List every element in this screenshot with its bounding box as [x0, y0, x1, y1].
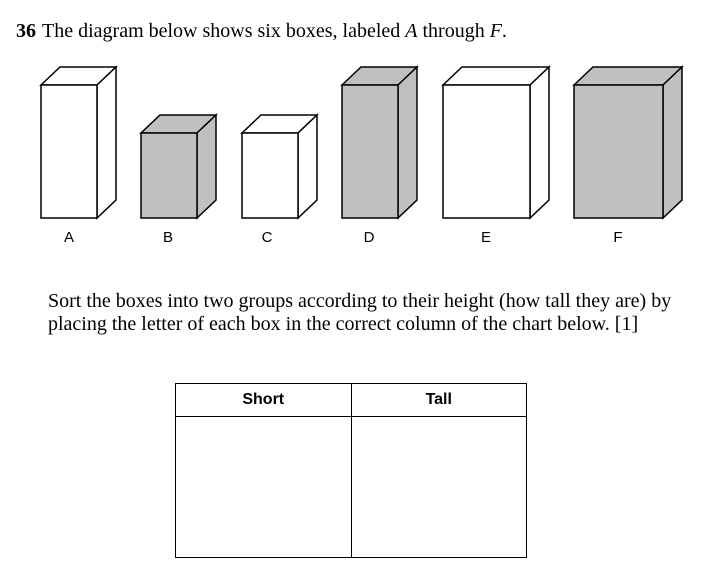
box-f — [572, 65, 684, 220]
box-label-a: A — [63, 229, 74, 246]
question-number: 36 — [16, 20, 36, 42]
tall-column-header: Tall — [350, 383, 527, 417]
box-b — [139, 113, 218, 220]
box-c — [240, 113, 319, 220]
question-text-middle: through — [417, 20, 490, 42]
boxes-diagram — [39, 65, 684, 220]
instruction-text: Sort the boxes into two groups according… — [48, 290, 672, 335]
box-label-f: F — [613, 229, 623, 246]
box-label-b: B — [162, 229, 173, 246]
box-label-c: C — [261, 229, 273, 246]
last-box-letter: F — [489, 20, 502, 42]
first-box-letter: A — [405, 20, 418, 42]
sorting-chart: Short Tall — [175, 383, 527, 558]
short-column-header: Short — [175, 383, 352, 417]
box-d — [340, 65, 419, 220]
question-text-after: . — [501, 20, 507, 42]
box-label-d: D — [363, 229, 375, 246]
question-stem: 36 The diagram below shows six boxes, lab… — [16, 18, 507, 44]
box-e — [441, 65, 551, 220]
tall-answer-cell[interactable] — [350, 416, 527, 558]
short-answer-cell[interactable] — [175, 416, 352, 558]
box-label-e: E — [480, 229, 491, 246]
box-a — [39, 65, 118, 220]
question-text-before: The diagram below shows six boxes, label… — [42, 20, 406, 42]
